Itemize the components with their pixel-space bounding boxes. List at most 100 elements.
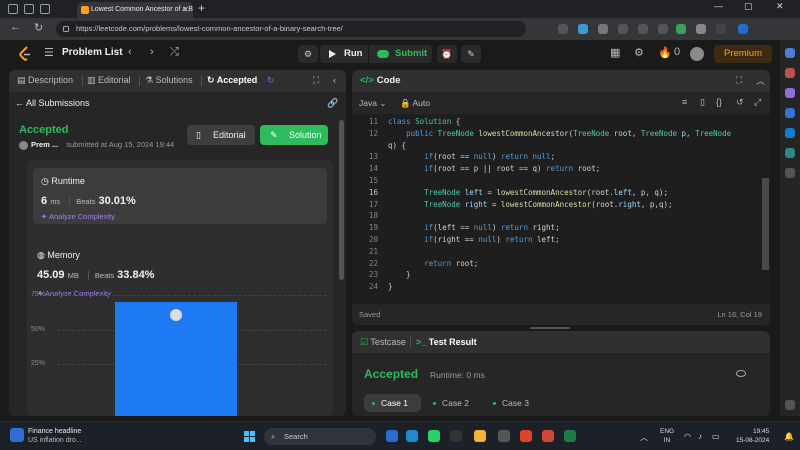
vlc-icon[interactable] [542, 430, 554, 442]
layout-icon[interactable]: ▦ [610, 46, 620, 59]
streak-fire-icon[interactable]: 🔥 [658, 46, 672, 59]
code-editor[interactable]: 11 class Solution {12 public TreeNode low… [352, 114, 770, 304]
favorite-icon[interactable] [598, 24, 608, 34]
profile-icon[interactable] [8, 4, 18, 14]
tray-chevron-icon[interactable]: ︿ [640, 432, 648, 443]
url-field[interactable]: https://leetcode.com/problems/lowest-com… [56, 21, 526, 37]
editorial-button[interactable]: ▯ Editorial [187, 125, 255, 145]
more-icon[interactable] [716, 24, 726, 34]
debug-button[interactable]: ⚙ [298, 45, 318, 63]
new-tab-icon[interactable]: + [198, 1, 205, 15]
tab-solutions[interactable]: ⚗ Solutions [145, 75, 193, 86]
maximize-icon[interactable]: ▢ [744, 1, 753, 12]
window-close-icon[interactable]: ✕ [776, 1, 784, 12]
maximize-code-icon[interactable]: ⛶ [736, 75, 742, 86]
left-scrollbar[interactable] [339, 120, 344, 280]
share-link-icon[interactable]: 🔗 [327, 98, 338, 109]
split-screen-icon[interactable] [618, 24, 628, 34]
battery-icon[interactable]: ▭ [712, 432, 720, 441]
tab-editorial[interactable]: ▥ Editorial [87, 75, 131, 86]
news-title[interactable]: Finance headline [28, 428, 81, 435]
reset-icon[interactable]: ↺ [736, 97, 744, 108]
format-icon[interactable]: ≡ [682, 97, 687, 107]
refresh-icon[interactable]: ↻ [34, 21, 43, 34]
edge-taskbar-icon[interactable] [406, 430, 418, 442]
copilot-icon[interactable] [738, 24, 748, 34]
file-explorer-icon[interactable] [474, 430, 486, 442]
brave-icon[interactable] [520, 430, 532, 442]
tab-accepted[interactable]: ↻ Accepted [207, 75, 257, 86]
run-button[interactable]: Run [320, 45, 368, 63]
tab-testcase[interactable]: ☑ Testcase [360, 337, 406, 348]
premium-button[interactable]: Premium [714, 45, 772, 63]
sidebar-settings-icon[interactable] [785, 400, 795, 410]
panel-resize-handle[interactable] [530, 327, 570, 329]
tab-test-result[interactable]: >_ Test Result [416, 337, 477, 347]
back-icon[interactable]: ← [10, 21, 21, 33]
shuffle-icon[interactable]: ⤮ [170, 46, 179, 59]
notes-button[interactable]: ✎ [461, 45, 481, 63]
timer-button[interactable]: ⏰ [437, 45, 457, 63]
collections-icon[interactable] [658, 24, 668, 34]
leetcode-logo[interactable] [18, 46, 32, 62]
office-sidebar-icon[interactable] [785, 108, 795, 118]
favorites-bar-icon[interactable] [638, 24, 648, 34]
drop-sidebar-icon[interactable] [785, 148, 795, 158]
minimize-icon[interactable]: — [714, 1, 723, 11]
search-sidebar-icon[interactable] [785, 48, 795, 58]
runtime-card[interactable]: ◷ Runtime 6 ms Beats 30.01% ✦ Analyze Co… [33, 168, 327, 224]
downloads-icon[interactable] [696, 24, 706, 34]
fullscreen-icon[interactable]: ⤢ [754, 97, 761, 108]
author-name[interactable]: Prem ... [31, 140, 58, 149]
bookmark-icon[interactable]: ▯ [700, 97, 705, 108]
tab-overflow-icon[interactable]: ↻ [267, 75, 275, 86]
task-view-icon[interactable] [386, 430, 398, 442]
outlook-sidebar-icon[interactable] [785, 128, 795, 138]
workspaces-icon[interactable] [24, 4, 34, 14]
wifi-icon[interactable]: ◠ [684, 432, 691, 441]
browser-essentials-icon[interactable] [676, 24, 686, 34]
tab-description[interactable]: ▤ Description [17, 75, 73, 86]
tools-sidebar-icon[interactable] [785, 68, 795, 78]
settings-icon[interactable]: ⚙ [634, 46, 644, 59]
games-sidebar-icon[interactable] [785, 88, 795, 98]
editor-scrollbar[interactable] [762, 178, 769, 270]
prev-problem-icon[interactable]: ‹ [128, 46, 132, 58]
next-problem-icon[interactable]: › [150, 46, 154, 58]
problem-list-link[interactable]: Problem List [62, 47, 123, 58]
eye-icon[interactable] [736, 370, 746, 377]
collapse-code-icon[interactable]: ︿ [756, 74, 765, 87]
submit-button[interactable]: Submit [369, 45, 432, 63]
auto-mode[interactable]: 🔒 Auto [400, 98, 430, 109]
braces-icon[interactable]: {} [716, 97, 722, 107]
input-language[interactable]: ENG IN [660, 427, 674, 445]
news-widget-icon[interactable] [10, 428, 24, 442]
case-tab-3[interactable]: Case 3 [485, 394, 542, 412]
start-icon[interactable] [244, 431, 256, 443]
read-aloud-icon[interactable] [558, 24, 568, 34]
tab-actions-icon[interactable] [40, 4, 50, 14]
case-tab-1[interactable]: Case 1 [364, 394, 421, 412]
browser-tab[interactable]: Lowest Common Ancestor of a B ✕ [77, 2, 193, 18]
clock[interactable]: 19:45 15-08-2024 [736, 427, 769, 445]
case-tab-2[interactable]: Case 2 [425, 394, 482, 412]
volume-icon[interactable]: ♪ [698, 432, 702, 441]
runtime-analyze-link[interactable]: ✦ Analyze Complexity [41, 212, 115, 221]
close-tab-icon[interactable]: ✕ [182, 2, 189, 18]
maximize-panel-icon[interactable]: ⛶ [313, 75, 319, 86]
whatsapp-icon[interactable] [428, 430, 440, 442]
notifications-icon[interactable]: 🔔 [784, 432, 794, 441]
language-select[interactable]: Java ⌄ [359, 98, 386, 109]
all-submissions-link[interactable]: ← All Submissions [15, 98, 90, 108]
store-icon[interactable] [498, 430, 510, 442]
solution-button[interactable]: ✎ Solution [260, 125, 328, 145]
memory-title[interactable]: ◍ Memory [37, 250, 80, 261]
terminal-taskbar-icon[interactable] [450, 430, 462, 442]
memory-analyze-link[interactable]: ✦ Analyze Complexity [37, 289, 111, 298]
excel-icon[interactable] [564, 430, 576, 442]
extension-icon[interactable] [578, 24, 588, 34]
add-sidebar-icon[interactable] [785, 168, 795, 178]
taskbar-search[interactable]: ⌕ Search [264, 428, 376, 445]
collapse-panel-icon[interactable]: ‹ [333, 75, 336, 85]
user-avatar[interactable] [690, 47, 704, 61]
